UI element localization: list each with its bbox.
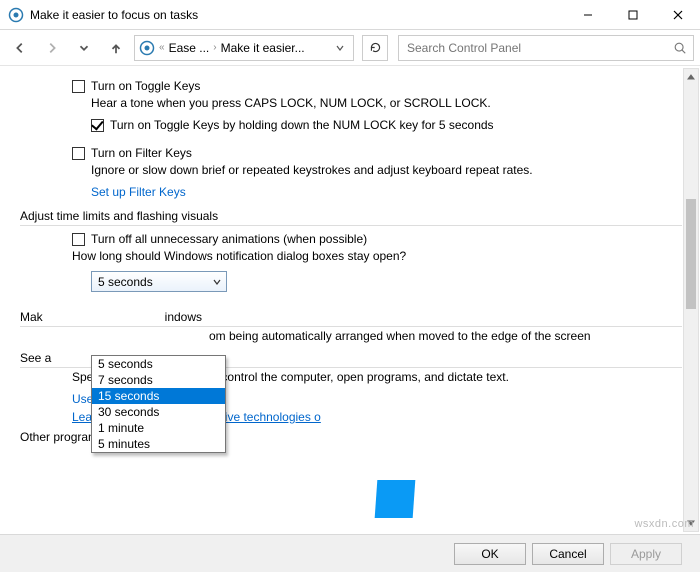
notification-duration-combo[interactable]: 5 seconds [91, 271, 227, 292]
toggle-keys-numlock-checkbox[interactable] [91, 119, 104, 132]
nav-bar: « Ease ... › Make it easier... [0, 30, 700, 66]
toggle-keys-desc: Hear a tone when you press CAPS LOCK, NU… [91, 96, 682, 110]
windows-logo-icon [375, 480, 416, 518]
combo-value: 5 seconds [98, 275, 153, 289]
section-time-limits: Adjust time limits and flashing visuals [20, 209, 682, 226]
back-button[interactable] [6, 34, 34, 62]
minimize-button[interactable] [565, 0, 610, 30]
filter-keys-label: Turn on Filter Keys [91, 146, 192, 160]
chevron-down-icon [209, 274, 224, 289]
ok-button[interactable]: OK [454, 543, 526, 565]
scroll-up-button[interactable] [684, 69, 698, 85]
dialog-footer: OK Cancel Apply [0, 534, 700, 572]
scroll-thumb[interactable] [686, 199, 696, 309]
window-title: Make it easier to focus on tasks [30, 8, 198, 22]
toggle-keys-checkbox[interactable] [72, 80, 85, 93]
control-panel-icon [8, 7, 24, 23]
turn-off-animations-checkbox[interactable] [72, 233, 85, 246]
filter-keys-checkbox[interactable] [72, 147, 85, 160]
control-panel-icon [139, 40, 155, 56]
turn-off-animations-label: Turn off all unnecessary animations (whe… [91, 232, 367, 246]
filter-keys-desc: Ignore or slow down brief or repeated ke… [91, 163, 682, 177]
option-7-seconds[interactable]: 7 seconds [92, 372, 225, 388]
forward-button[interactable] [38, 34, 66, 62]
windows-mgmt-desc: om being automatically arranged when mov… [209, 329, 591, 343]
option-5-minutes[interactable]: 5 minutes [92, 436, 225, 452]
crumb-current[interactable]: Make it easier... [221, 41, 305, 55]
crumb-chevrons: « [159, 42, 165, 53]
option-5-seconds[interactable]: 5 seconds [92, 356, 225, 372]
setup-filter-keys-link[interactable]: Set up Filter Keys [91, 185, 682, 199]
maximize-button[interactable] [610, 0, 655, 30]
up-button[interactable] [102, 34, 130, 62]
toggle-keys-label: Turn on Toggle Keys [91, 79, 200, 93]
search-input[interactable] [405, 40, 673, 56]
notification-duration-question: How long should Windows notification dia… [72, 249, 682, 263]
watermark-text: wsxdn.com [634, 518, 694, 530]
breadcrumb[interactable]: « Ease ... › Make it easier... [134, 35, 354, 61]
refresh-button[interactable] [362, 35, 388, 61]
chevron-right-icon: › [213, 42, 216, 53]
option-15-seconds[interactable]: 15 seconds [92, 388, 225, 404]
vertical-scrollbar[interactable] [683, 68, 699, 532]
section-windows-mgmt: Makindows [20, 310, 682, 327]
crumb-ease[interactable]: Ease ... [169, 41, 210, 55]
title-bar: Make it easier to focus on tasks [0, 0, 700, 30]
cancel-button[interactable]: Cancel [532, 543, 604, 565]
search-box[interactable] [398, 35, 694, 61]
breadcrumb-dropdown[interactable] [331, 37, 349, 59]
option-30-seconds[interactable]: 30 seconds [92, 404, 225, 420]
apply-button[interactable]: Apply [610, 543, 682, 565]
option-1-minute[interactable]: 1 minute [92, 420, 225, 436]
toggle-keys-numlock-label: Turn on Toggle Keys by holding down the … [110, 118, 494, 132]
close-button[interactable] [655, 0, 700, 30]
search-icon [673, 41, 687, 55]
notification-duration-dropdown[interactable]: 5 seconds 7 seconds 15 seconds 30 second… [91, 355, 226, 453]
recent-locations-button[interactable] [70, 34, 98, 62]
